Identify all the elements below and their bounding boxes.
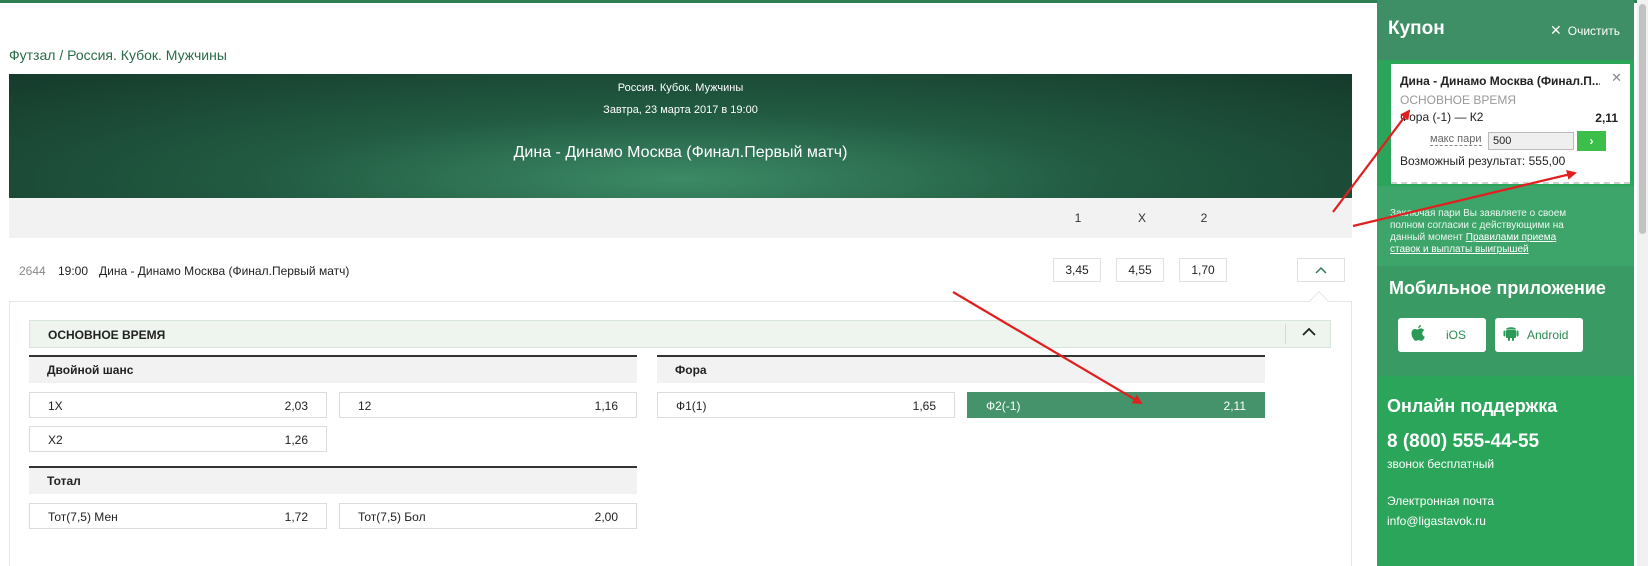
bet-period: ОСНОВНОЕ ВРЕМЯ	[1400, 93, 1517, 107]
cell-value: 2,03	[284, 399, 308, 413]
market-title: Тотал	[47, 474, 81, 488]
android-app-button[interactable]: Android	[1495, 318, 1583, 352]
odds-column-header: 1 X 2	[9, 198, 1352, 238]
cell-value: 2,11	[1223, 399, 1246, 413]
odd-button-1[interactable]: 3,45	[1053, 258, 1101, 282]
stake-input[interactable]	[1488, 132, 1574, 150]
android-label: Android	[1527, 328, 1569, 342]
column-1-label: 1	[1074, 211, 1082, 225]
event-banner: Россия. Кубок. Мужчины Завтра, 23 марта …	[9, 74, 1352, 198]
coupon-sidebar: Купон ✕ Очистить Дина - Динамо Москва (Фи…	[1377, 0, 1634, 566]
android-icon	[1503, 324, 1519, 347]
bet-match-name: Дина - Динамо Москва (Финал.П...	[1400, 74, 1600, 88]
column-2-label: 2	[1200, 211, 1208, 225]
cell-name: Тот(7,5) Бол	[358, 510, 426, 524]
market-header-handicap: Фора	[657, 355, 1265, 383]
coupon-bet-card: Дина - Динамо Москва (Финал.П... ✕ ОСНОВ…	[1391, 64, 1630, 184]
cell-value: 1,16	[594, 399, 618, 413]
scrollbar-thumb[interactable]	[1639, 4, 1646, 234]
market-header-double-chance: Двойной шанс	[29, 355, 637, 383]
support-email[interactable]: info@ligastavok.ru	[1387, 514, 1486, 528]
possible-result: Возможный результат: 555,00	[1400, 154, 1566, 168]
event-name[interactable]: Дина - Динамо Москва (Финал.Первый матч)	[99, 264, 349, 278]
ios-app-button[interactable]: iOS	[1398, 318, 1486, 352]
odd-cell-total-under[interactable]: Тот(7,5) Мен 1,72	[29, 503, 327, 529]
event-row[interactable]: 2644 19:00 Дина - Динамо Москва (Финал.П…	[9, 258, 1352, 288]
close-icon: ✕	[1550, 22, 1562, 38]
period-separator	[1285, 324, 1286, 344]
event-collapse-button[interactable]	[1297, 258, 1345, 282]
banner-date: Завтра, 23 марта 2017 в 19:00	[603, 104, 758, 116]
period-label: ОСНОВНОЕ ВРЕМЯ	[48, 328, 166, 342]
support-section: Онлайн поддержка 8 (800) 555-44-55 звоно…	[1377, 376, 1634, 566]
mobile-app-section: Мобильное приложение iOS Android	[1377, 266, 1634, 376]
odd-cell-f1[interactable]: Ф1(1) 1,65	[657, 392, 955, 418]
cell-name: Ф1(1)	[676, 399, 707, 413]
odd-cell-1x[interactable]: 1X 2,03	[29, 392, 327, 418]
chevron-up-icon[interactable]	[1302, 323, 1316, 339]
bet-market: Фора (-1) — К2	[1400, 110, 1484, 124]
odd-cell-x2[interactable]: X2 1,26	[29, 426, 327, 452]
cell-name: Ф2(-1)	[986, 399, 1021, 413]
support-phone[interactable]: 8 (800) 555-44-55	[1387, 431, 1539, 453]
breadcrumb[interactable]: Футзал / Россия. Кубок. Мужчины	[9, 47, 227, 63]
odd-cell-total-over[interactable]: Тот(7,5) Бол 2,00	[339, 503, 637, 529]
support-phone-note: звонок бесплатный	[1387, 457, 1495, 471]
market-header-total: Тотал	[29, 466, 637, 494]
bet-odd: 2,11	[1595, 111, 1618, 125]
place-bet-button[interactable]: ›	[1577, 131, 1606, 151]
period-header[interactable]: ОСНОВНОЕ ВРЕМЯ	[29, 320, 1331, 348]
odd-cell-12[interactable]: 12 1,16	[339, 392, 637, 418]
chevron-up-icon	[1315, 263, 1327, 277]
support-title: Онлайн поддержка	[1387, 396, 1558, 416]
ios-label: iOS	[1446, 328, 1467, 342]
page: { "breadcrumb": "Футзал / Россия. Кубок.…	[0, 0, 1648, 566]
clear-coupon-button[interactable]: ✕ Очистить	[1550, 22, 1620, 39]
cell-name: Тот(7,5) Мен	[48, 510, 118, 524]
page-scrollbar[interactable]	[1637, 0, 1648, 566]
cell-value: 2,00	[594, 510, 618, 524]
event-number: 2644	[19, 264, 46, 278]
close-icon[interactable]: ✕	[1611, 70, 1622, 86]
event-time: 19:00	[58, 264, 89, 278]
cell-value: 1,26	[284, 433, 308, 447]
banner-league: Россия. Кубок. Мужчины	[617, 82, 744, 94]
cell-value: 1,72	[284, 510, 308, 524]
market-title: Двойной шанс	[47, 363, 134, 377]
coupon-title: Купон	[1388, 18, 1445, 39]
terms-text: Заключая пари Вы заявляете о своем полно…	[1390, 208, 1580, 256]
coupon-header: Купон ✕ Очистить	[1377, 0, 1634, 60]
odd-cell-f2-selected[interactable]: Ф2(-1) 2,11	[967, 392, 1265, 418]
mobile-app-title: Мобильное приложение	[1389, 278, 1606, 298]
odd-button-x[interactable]: 4,55	[1116, 258, 1164, 282]
market-title: Фора	[675, 363, 707, 377]
support-email-label: Электронная почта	[1387, 494, 1495, 508]
clear-label: Очистить	[1567, 24, 1620, 38]
max-bet-link[interactable]: макс пари	[1430, 133, 1482, 146]
cell-name: X2	[48, 433, 63, 447]
apple-icon	[1410, 324, 1426, 347]
cell-name: 1X	[48, 399, 63, 413]
cell-name: 12	[358, 399, 372, 413]
column-x-label: X	[1137, 211, 1146, 225]
card-dashed-divider	[1391, 182, 1630, 184]
banner-title: Дина - Динамо Москва (Финал.Первый матч)	[513, 144, 848, 161]
odd-button-2[interactable]: 1,70	[1179, 258, 1227, 282]
terms-notice: Заключая пари Вы заявляете о своем полно…	[1377, 186, 1634, 266]
chevron-right-icon: ›	[1589, 134, 1594, 148]
cell-value: 1,65	[912, 399, 936, 413]
